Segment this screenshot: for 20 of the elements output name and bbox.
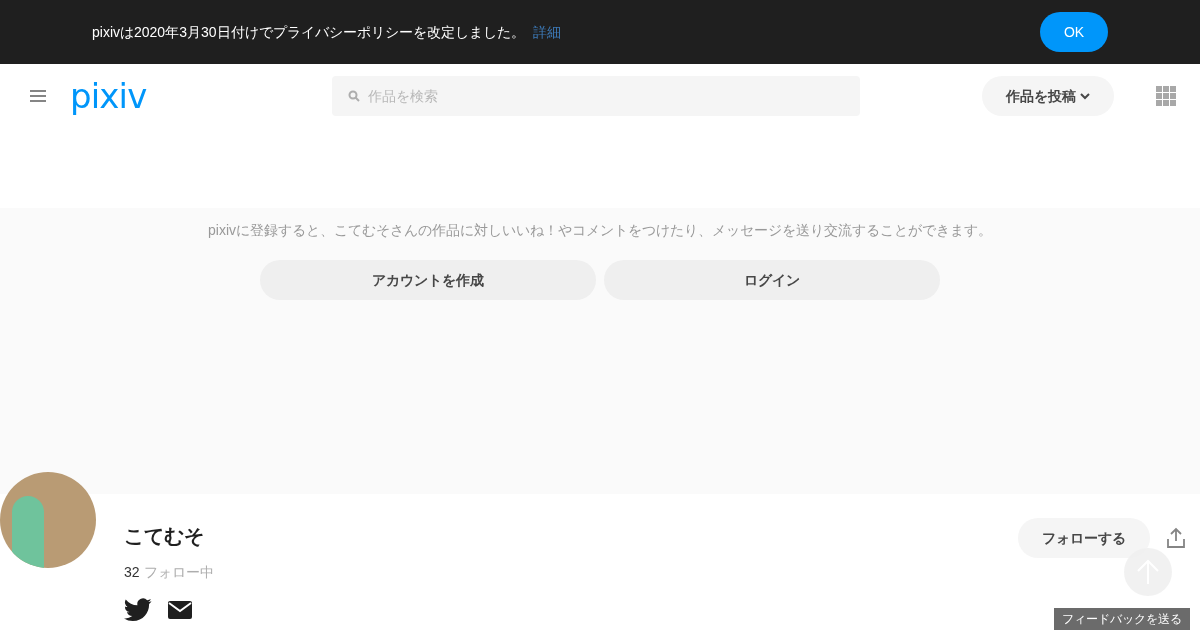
share-icon[interactable]	[1166, 527, 1186, 549]
search-bar[interactable]: 作品を検索	[332, 76, 861, 116]
feedback-button[interactable]: フィードバックを送る	[1054, 608, 1190, 630]
pixiv-logo[interactable]: pixiv	[70, 79, 147, 113]
notice-text: pixivは2020年3月30日付けでプライバシーポリシーを改定しました。	[92, 23, 525, 42]
ok-button[interactable]: OK	[1040, 12, 1108, 52]
following-count: 32	[124, 563, 140, 582]
post-work-button[interactable]: 作品を投稿	[982, 76, 1114, 116]
bird-icon[interactable]	[124, 598, 152, 622]
search-field[interactable]: 作品を検索	[368, 86, 845, 106]
create-account-button[interactable]: アカウントを作成	[260, 260, 596, 300]
login-button[interactable]: ログイン	[604, 260, 940, 300]
follow-button[interactable]: フォローする	[1018, 518, 1150, 558]
search-icon	[348, 90, 361, 102]
mail-icon[interactable]	[168, 601, 192, 619]
user-name: こてむそ	[124, 524, 205, 549]
signup-message: pixivに登録すると、こてむそさんの作品に対しいいね！やコメントをつけたり、メッセージを送り交流することができます。	[208, 221, 992, 240]
details-link[interactable]: 詳細	[532, 22, 561, 42]
chevron-down-icon	[1080, 92, 1090, 100]
apps-grid-icon[interactable]	[1156, 86, 1176, 106]
